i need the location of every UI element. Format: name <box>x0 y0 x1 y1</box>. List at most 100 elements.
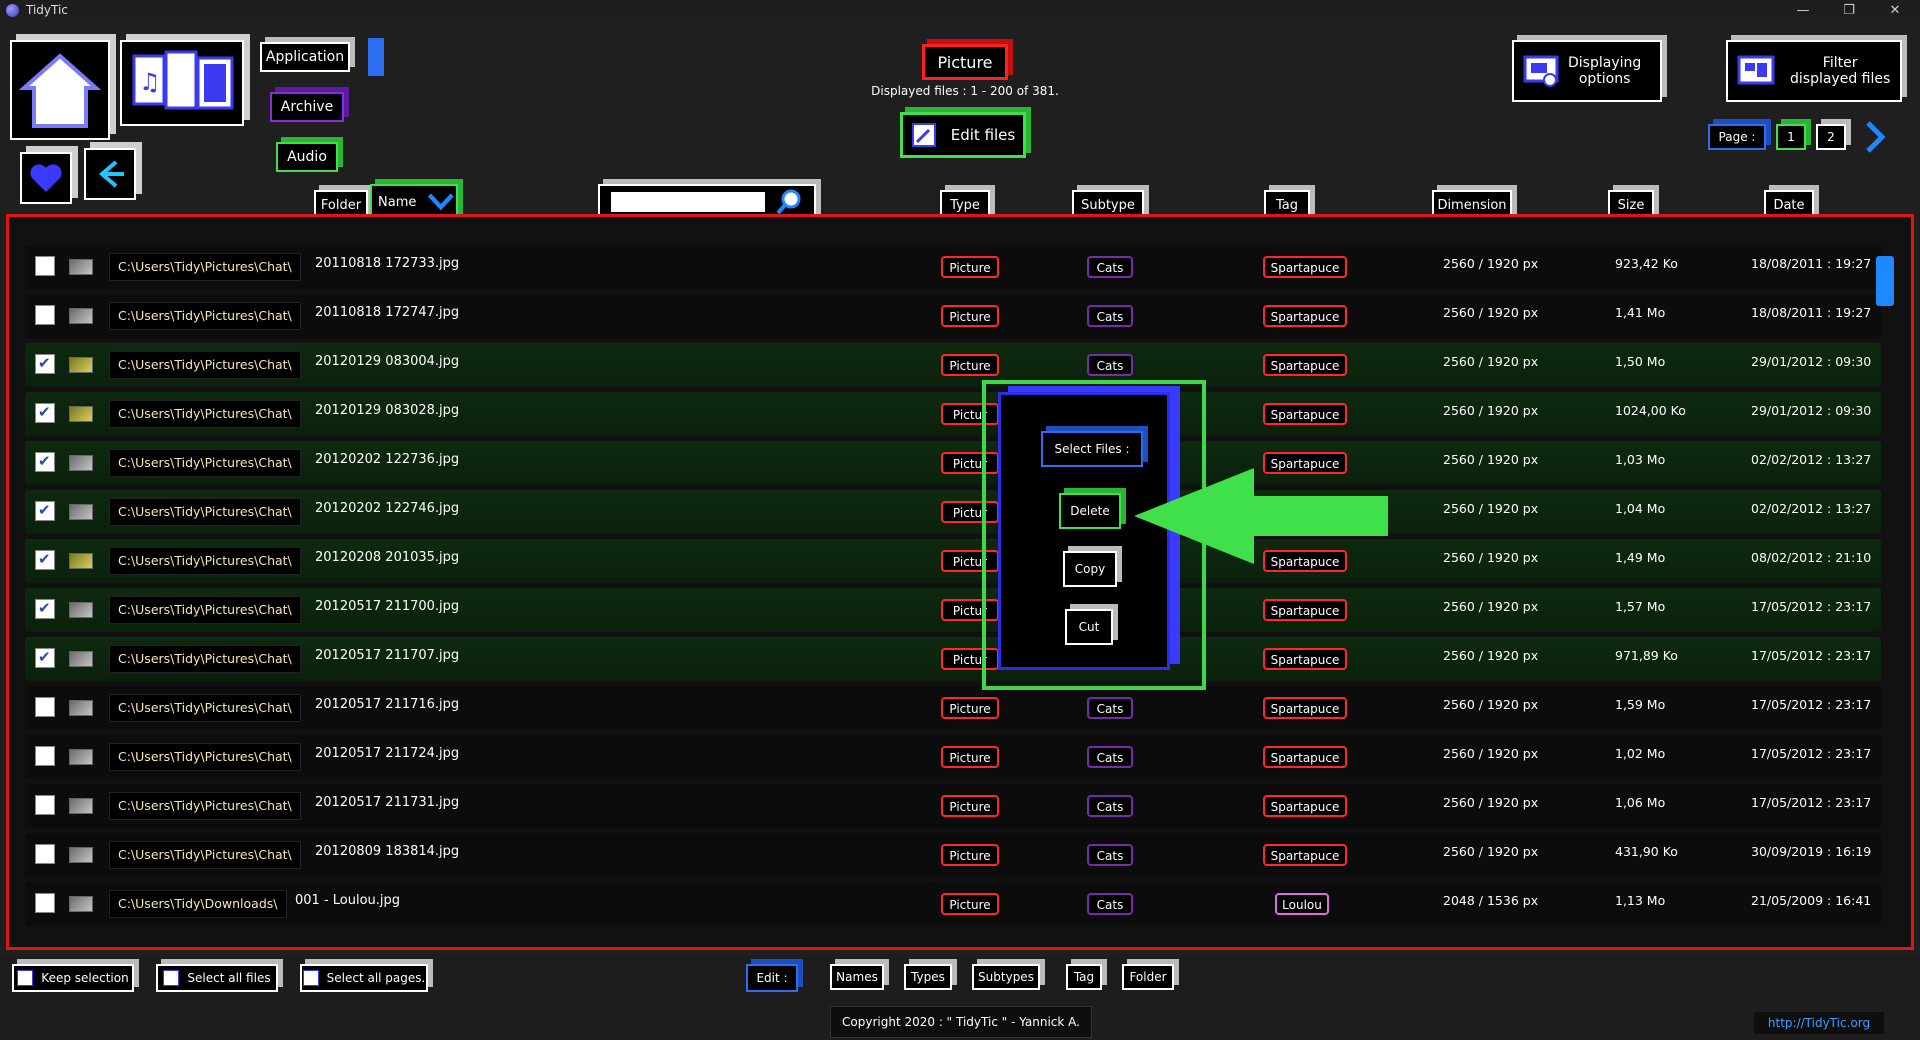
select-all-files-checkbox[interactable] <box>163 970 180 986</box>
row-file-name[interactable]: 20120517 211707.jpg <box>315 648 459 663</box>
row-subtype-badge[interactable]: Cats <box>1087 256 1133 278</box>
row-file-name[interactable]: 20120202 122736.jpg <box>315 452 459 467</box>
edit-tag-button[interactable]: Tag <box>1066 964 1102 990</box>
audio-button[interactable]: Audio <box>276 142 338 172</box>
row-tag-badge[interactable]: Spartapuce <box>1263 256 1347 278</box>
row-tag-badge[interactable]: Spartapuce <box>1263 403 1347 425</box>
row-folder-path[interactable]: C:\Users\Tidy\Pictures\Chat\ <box>109 792 301 820</box>
filter-displayed-files-button[interactable]: Filter displayed files <box>1726 40 1902 102</box>
row-file-name[interactable]: 20120517 211724.jpg <box>315 746 459 761</box>
back-button[interactable] <box>84 148 136 200</box>
row-checkbox[interactable] <box>35 697 55 717</box>
row-tag-badge[interactable]: Spartapuce <box>1263 795 1347 817</box>
displaying-options-button[interactable]: Displaying options <box>1512 40 1662 102</box>
table-row[interactable]: C:\Users\Tidy\Pictures\Chat\ 20120517 211… <box>25 784 1881 828</box>
row-checkbox[interactable] <box>35 746 55 766</box>
row-folder-path[interactable]: C:\Users\Tidy\Pictures\Chat\ <box>109 645 301 673</box>
favorites-button[interactable] <box>20 152 72 204</box>
table-row[interactable]: C:\Users\Tidy\Downloads\ 001 - Loulou.jpg… <box>25 882 1881 926</box>
keep-selection-checkbox[interactable] <box>17 970 34 986</box>
edit-names-button[interactable]: Names <box>830 964 884 990</box>
row-folder-path[interactable]: C:\Users\Tidy\Pictures\Chat\ <box>109 449 301 477</box>
row-file-name[interactable]: 20110818 172733.jpg <box>315 256 459 271</box>
list-scrollbar[interactable] <box>1876 256 1894 306</box>
archive-button[interactable]: Archive <box>270 92 344 122</box>
row-file-name[interactable]: 20120202 122746.jpg <box>315 501 459 516</box>
row-folder-path[interactable]: C:\Users\Tidy\Pictures\Chat\ <box>109 498 301 526</box>
row-tag-badge[interactable]: Spartapuce <box>1263 697 1347 719</box>
row-tag-badge[interactable]: Spartapuce <box>1263 599 1347 621</box>
row-type-badge[interactable]: Picture <box>941 354 999 376</box>
delete-button[interactable]: Delete <box>1059 493 1121 529</box>
row-type-badge[interactable]: Picture <box>941 256 999 278</box>
row-checkbox[interactable] <box>35 452 55 472</box>
edit-folder-button[interactable]: Folder <box>1122 964 1174 990</box>
row-checkbox[interactable] <box>35 648 55 668</box>
row-checkbox[interactable] <box>35 844 55 864</box>
application-button[interactable]: Application <box>260 42 350 72</box>
page-2-button[interactable]: 2 <box>1816 124 1846 150</box>
row-subtype-badge[interactable]: Cats <box>1087 697 1133 719</box>
row-type-badge[interactable]: Picture <box>941 746 999 768</box>
row-file-name[interactable]: 20120517 211731.jpg <box>315 795 459 810</box>
row-folder-path[interactable]: C:\Users\Tidy\Pictures\Chat\ <box>109 547 301 575</box>
row-subtype-badge[interactable]: Cats <box>1087 354 1133 376</box>
row-type-badge[interactable]: Picture <box>941 305 999 327</box>
row-file-name[interactable]: 20120208 201035.jpg <box>315 550 459 565</box>
row-file-name[interactable]: 20120129 083028.jpg <box>315 403 459 418</box>
picture-category-button[interactable]: Picture <box>922 44 1008 80</box>
table-row[interactable]: C:\Users\Tidy\Pictures\Chat\ 20120517 211… <box>25 735 1881 779</box>
edit-files-button[interactable]: Edit files <box>900 112 1026 158</box>
media-button[interactable]: ♫ <box>120 40 244 126</box>
row-folder-path[interactable]: C:\Users\Tidy\Pictures\Chat\ <box>109 841 301 869</box>
row-folder-path[interactable]: C:\Users\Tidy\Pictures\Chat\ <box>109 302 301 330</box>
row-checkbox[interactable] <box>35 599 55 619</box>
row-file-name[interactable]: 20120517 211700.jpg <box>315 599 459 614</box>
row-checkbox[interactable] <box>35 501 55 521</box>
website-link[interactable]: http://TidyTic.org <box>1754 1012 1884 1034</box>
table-row[interactable]: C:\Users\Tidy\Pictures\Chat\ 20110818 172… <box>25 245 1881 289</box>
row-tag-badge[interactable]: Spartapuce <box>1263 354 1347 376</box>
row-file-name[interactable]: 20110818 172747.jpg <box>315 305 459 320</box>
table-row[interactable]: C:\Users\Tidy\Pictures\Chat\ 20120202 122… <box>25 490 1881 534</box>
search-input[interactable] <box>611 192 765 212</box>
row-file-name[interactable]: 20120129 083004.jpg <box>315 354 459 369</box>
row-folder-path[interactable]: C:\Users\Tidy\Pictures\Chat\ <box>109 596 301 624</box>
next-page-icon[interactable] <box>1860 118 1890 156</box>
keep-selection-button[interactable]: Keep selection <box>12 964 134 992</box>
row-tag-badge[interactable]: Spartapuce <box>1263 305 1347 327</box>
row-checkbox[interactable] <box>35 256 55 276</box>
row-folder-path[interactable]: C:\Users\Tidy\Pictures\Chat\ <box>109 400 301 428</box>
table-row[interactable]: C:\Users\Tidy\Pictures\Chat\ 20120517 211… <box>25 637 1881 681</box>
row-tag-badge[interactable]: Loulou <box>1275 893 1329 915</box>
row-folder-path[interactable]: C:\Users\Tidy\Pictures\Chat\ <box>109 351 301 379</box>
row-checkbox[interactable] <box>35 305 55 325</box>
row-subtype-badge[interactable]: Cats <box>1087 795 1133 817</box>
search-icon[interactable] <box>775 188 803 216</box>
page-1-button[interactable]: 1 <box>1776 124 1806 150</box>
table-row[interactable]: C:\Users\Tidy\Pictures\Chat\ 20120517 211… <box>25 686 1881 730</box>
table-row[interactable]: C:\Users\Tidy\Pictures\Chat\ 20120809 183… <box>25 833 1881 877</box>
row-subtype-badge[interactable]: Cats <box>1087 746 1133 768</box>
table-row[interactable]: C:\Users\Tidy\Pictures\Chat\ 20120517 211… <box>25 588 1881 632</box>
edit-subtypes-button[interactable]: Subtypes <box>972 964 1040 990</box>
row-folder-path[interactable]: C:\Users\Tidy\Downloads\ <box>109 890 287 918</box>
row-folder-path[interactable]: C:\Users\Tidy\Pictures\Chat\ <box>109 253 301 281</box>
row-file-name[interactable]: 001 - Loulou.jpg <box>295 893 400 908</box>
select-all-pages-checkbox[interactable] <box>302 970 319 986</box>
copy-button[interactable]: Copy <box>1063 551 1117 587</box>
row-type-badge[interactable]: Picture <box>941 697 999 719</box>
row-type-badge[interactable]: Picture <box>941 893 999 915</box>
edit-types-button[interactable]: Types <box>904 964 952 990</box>
restore-button[interactable]: ❐ <box>1826 0 1872 22</box>
select-all-pages-button[interactable]: Select all pages. <box>300 964 428 992</box>
table-row[interactable]: C:\Users\Tidy\Pictures\Chat\ 20120129 083… <box>25 343 1881 387</box>
row-folder-path[interactable]: C:\Users\Tidy\Pictures\Chat\ <box>109 743 301 771</box>
row-type-badge[interactable]: Picture <box>941 844 999 866</box>
row-tag-badge[interactable]: Spartapuce <box>1263 844 1347 866</box>
table-row[interactable]: C:\Users\Tidy\Pictures\Chat\ 20120208 201… <box>25 539 1881 583</box>
row-file-name[interactable]: 20120517 211716.jpg <box>315 697 459 712</box>
row-tag-badge[interactable]: Spartapuce <box>1263 648 1347 670</box>
row-subtype-badge[interactable]: Cats <box>1087 305 1133 327</box>
row-subtype-badge[interactable]: Cats <box>1087 844 1133 866</box>
